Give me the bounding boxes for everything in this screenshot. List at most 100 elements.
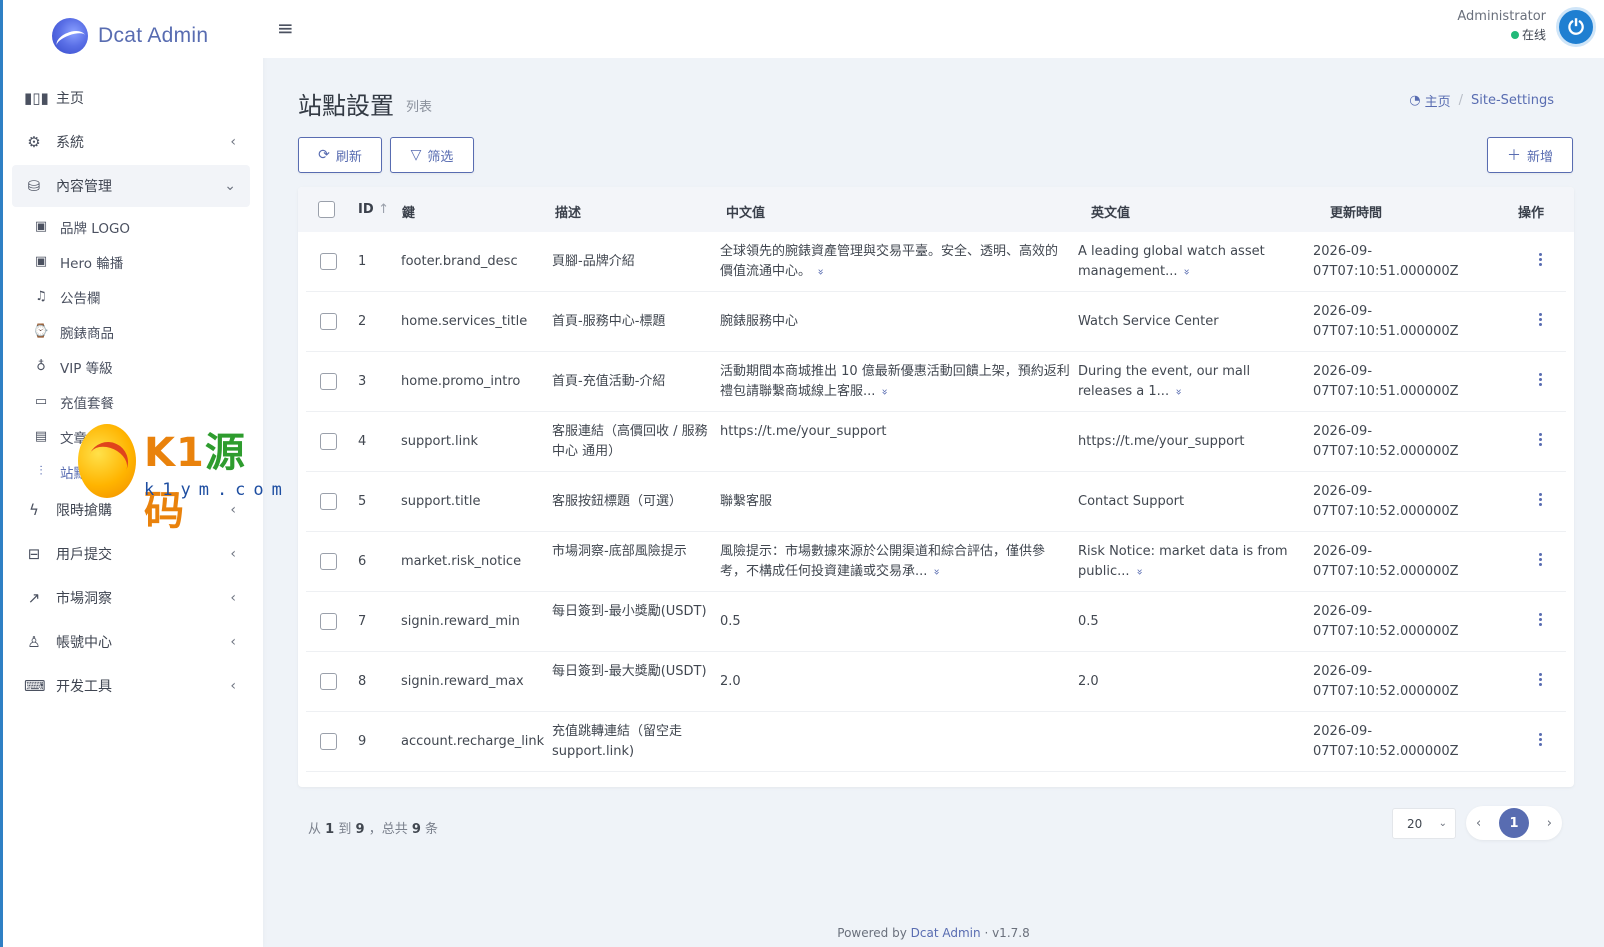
header-id[interactable]: ID ↑ xyxy=(358,202,389,217)
row-checkbox[interactable] xyxy=(320,373,337,390)
cell-id: 3 xyxy=(358,374,367,389)
cell-updated: 2026-09- 07T07:10:51.000000Z xyxy=(1313,364,1459,399)
header-desc: 描述 xyxy=(555,206,582,221)
watch-icon: ⌚ xyxy=(32,324,50,339)
expand-icon[interactable]: » xyxy=(875,389,895,396)
row-checkbox[interactable] xyxy=(320,433,337,450)
cell-zh: 活動期間本商城推出 10 億最新優惠活動回饋上架，預約返利禮包請聯繫商城線上客服… xyxy=(720,364,1070,399)
keyboard-icon: ⌨ xyxy=(24,677,46,695)
sidebar-item-hero[interactable]: ▣ Hero 輪播 xyxy=(24,244,250,279)
filter-button[interactable]: ▽ 筛选 xyxy=(390,137,474,173)
cell-desc: 充值跳轉連結（留空走support.link) xyxy=(552,724,683,759)
chevron-left-icon: ‹ xyxy=(230,546,236,562)
breadcrumb-current: Site-Settings xyxy=(1471,93,1554,108)
cell-zh: 腕錶服務中心 xyxy=(720,314,799,329)
header-en: 英文值 xyxy=(1091,206,1131,221)
page-title: 站點設置 xyxy=(298,92,394,120)
sidebar-item-market[interactable]: ↗ 市場洞察 ‹ xyxy=(12,577,250,619)
sidebar-item-submissions[interactable]: ⊟ 用戶提交 ‹ xyxy=(12,533,250,575)
sidebar-item-label: 內容管理 xyxy=(56,179,112,195)
cell-zh: 2.0 xyxy=(720,674,741,689)
row-checkbox[interactable] xyxy=(320,253,337,270)
row-actions-icon[interactable] xyxy=(1538,672,1542,687)
sidebar-item-label: VIP 等級 xyxy=(60,360,113,377)
cell-en: During the event, our mall releases a 1.… xyxy=(1078,364,1251,399)
row-actions-icon[interactable] xyxy=(1538,492,1542,507)
row-checkbox[interactable] xyxy=(320,553,337,570)
user-status: 在线 xyxy=(1457,26,1546,43)
row-actions-icon[interactable] xyxy=(1538,552,1542,567)
sidebar-item-site-settings[interactable]: ⫶ 站點設置 xyxy=(24,454,250,489)
sidebar-item-articles[interactable]: ▤ 文章 xyxy=(24,419,250,454)
cell-key: support.link xyxy=(401,434,479,449)
next-page-icon[interactable]: › xyxy=(1547,816,1552,831)
expand-icon[interactable]: » xyxy=(1168,389,1188,396)
row-checkbox[interactable] xyxy=(320,613,337,630)
row-actions-icon[interactable] xyxy=(1538,612,1542,627)
table-row: 1 footer.brand_desc 頁腳-品牌介紹 全球領先的腕錶資產管理與交易平… xyxy=(306,232,1566,292)
sidebar-item-brand-logo[interactable]: ▣ 品牌 LOGO xyxy=(24,209,250,244)
cell-updated: 2026-09- 07T07:10:52.000000Z xyxy=(1313,724,1459,759)
sidebar-item-label: 限時搶購 xyxy=(56,503,112,519)
award-icon: ♁ xyxy=(36,359,46,374)
cell-key: home.services_title xyxy=(401,314,528,329)
sidebar-item-label: 公告欄 xyxy=(60,290,101,307)
sidebar-item-system[interactable]: ⚙ 系統 ‹ xyxy=(12,121,250,163)
row-actions-icon[interactable] xyxy=(1538,372,1542,387)
cell-en: 2.0 xyxy=(1078,674,1099,689)
sidebar-item-devtools[interactable]: ⌨ 开发工具 ‹ xyxy=(12,665,250,707)
footer-link[interactable]: Dcat Admin xyxy=(911,926,981,940)
prev-page-icon[interactable]: ‹ xyxy=(1476,816,1481,831)
sort-icon[interactable]: ↑ xyxy=(378,202,389,217)
expand-icon[interactable]: » xyxy=(1177,269,1197,276)
trending-up-icon: ↗ xyxy=(27,589,41,607)
expand-icon[interactable]: » xyxy=(810,269,830,276)
cell-zh: 全球領先的腕錶資產管理與交易平臺。安全、透明、高效的價值流通中心。» xyxy=(720,244,1059,279)
pagination: ‹ 1 › xyxy=(1466,806,1562,840)
cell-updated: 2026-09- 07T07:10:52.000000Z xyxy=(1313,424,1459,459)
row-checkbox[interactable] xyxy=(320,673,337,690)
sidebar-item-content[interactable]: ⛁ 內容管理 ⌄ xyxy=(12,165,250,207)
topbar: ≡ Administrator 在线 ⏻ xyxy=(263,0,1604,58)
cell-en: Risk Notice: market data is from public.… xyxy=(1078,544,1288,579)
select-all-checkbox[interactable] xyxy=(318,201,335,218)
row-actions-icon[interactable] xyxy=(1538,252,1542,267)
row-actions-icon[interactable] xyxy=(1538,732,1542,747)
row-actions-icon[interactable] xyxy=(1538,312,1542,327)
row-actions-icon[interactable] xyxy=(1538,432,1542,447)
per-page-value: 20 xyxy=(1407,816,1423,831)
table-row: 2 home.services_title 首頁-服務中心-標題 腕錶服務中心 Watc… xyxy=(306,292,1566,352)
sidebar-item-account[interactable]: ♙ 帳號中心 ‹ xyxy=(12,621,250,663)
row-checkbox[interactable] xyxy=(320,733,337,750)
filter-label: 筛选 xyxy=(427,149,454,165)
menu-toggle-icon[interactable]: ≡ xyxy=(277,16,294,40)
cell-key: market.risk_notice xyxy=(401,554,522,569)
sidebar-item-label: 文章 xyxy=(60,430,87,447)
sidebar-item-recharge[interactable]: ▭ 充值套餐 xyxy=(24,384,250,419)
sidebar-item-flash-sale[interactable]: ϟ 限時搶購 ‹ xyxy=(12,489,250,531)
per-page-select[interactable]: 20 ⌄ xyxy=(1392,808,1456,839)
breadcrumb-home[interactable]: 主页 xyxy=(1425,91,1451,110)
table-row: 8 signin.reward_max 每日簽到-最大獎勵(USDT) 2.0 2.0 2… xyxy=(306,652,1566,712)
expand-icon[interactable]: » xyxy=(1129,569,1149,576)
cell-key: account.recharge_link xyxy=(401,734,545,749)
chevron-left-icon: ‹ xyxy=(230,590,236,606)
sidebar-item-notice[interactable]: ♫ 公告欄 xyxy=(24,279,250,314)
sidebar-item-label: Hero 輪播 xyxy=(60,255,124,272)
refresh-button[interactable]: ⟳ 刷新 xyxy=(298,137,382,173)
row-checkbox[interactable] xyxy=(320,493,337,510)
create-button[interactable]: ＋ 新增 xyxy=(1487,137,1573,173)
cell-key: signin.reward_min xyxy=(401,614,520,629)
page-current[interactable]: 1 xyxy=(1499,808,1529,838)
row-checkbox[interactable] xyxy=(320,313,337,330)
expand-icon[interactable]: » xyxy=(927,569,947,576)
cell-zh: 0.5 xyxy=(720,614,741,629)
sidebar-item-watches[interactable]: ⌚ 腕錶商品 xyxy=(24,314,250,349)
cell-id: 2 xyxy=(358,314,367,329)
user-info[interactable]: Administrator 在线 xyxy=(1457,9,1546,43)
sidebar-item-home[interactable]: ▮▯▮ 主页 xyxy=(12,77,250,119)
sidebar-item-vip[interactable]: ♁ VIP 等級 xyxy=(24,349,250,384)
avatar[interactable]: ⏻ xyxy=(1556,7,1596,47)
cell-updated: 2026-09- 07T07:10:52.000000Z xyxy=(1313,544,1459,579)
brand[interactable]: Dcat Admin xyxy=(52,18,208,54)
